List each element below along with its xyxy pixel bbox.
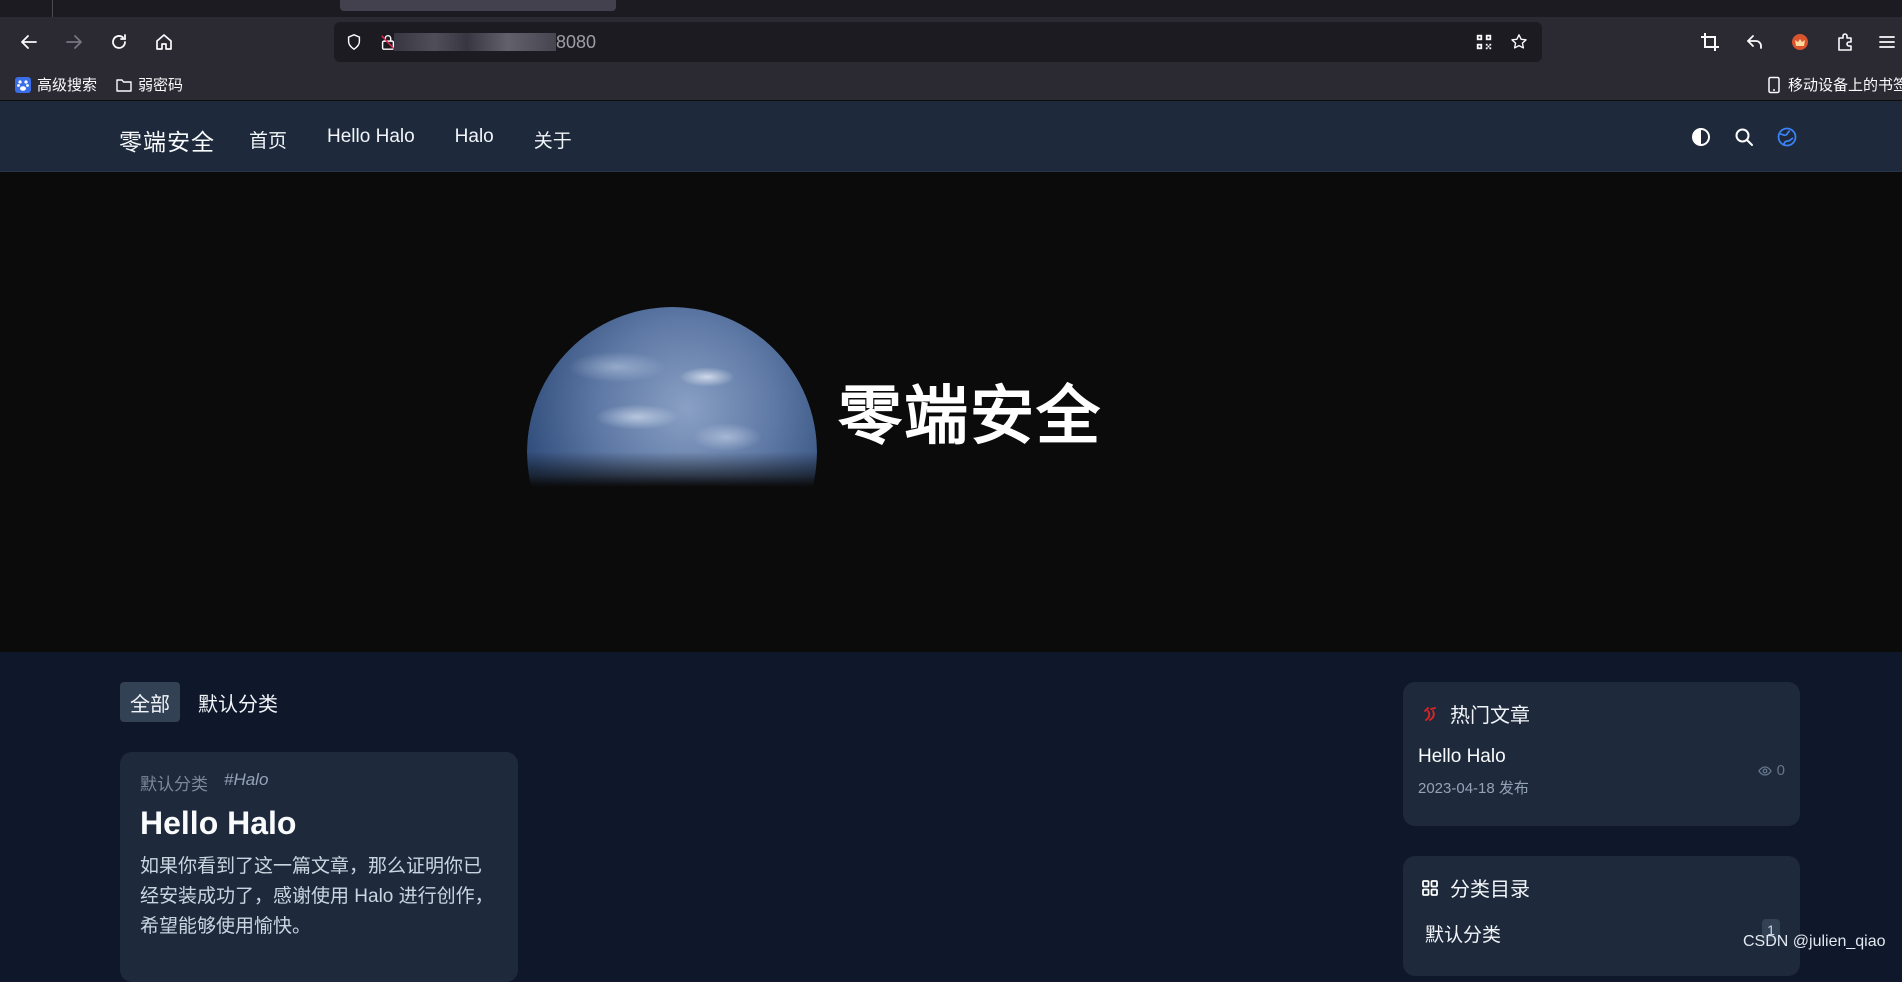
baidu-paw-icon bbox=[14, 76, 32, 94]
active-tab[interactable] bbox=[340, 0, 616, 11]
tab-default-category[interactable]: 默认分类 bbox=[188, 682, 288, 722]
post-category[interactable]: 默认分类 bbox=[140, 770, 208, 795]
reload-icon bbox=[112, 34, 126, 49]
category-item-default[interactable]: 默认分类 bbox=[1425, 920, 1501, 947]
site-logo[interactable]: 零端安全 bbox=[119, 123, 215, 157]
translate-button[interactable] bbox=[1775, 125, 1799, 149]
fire-icon bbox=[1420, 704, 1440, 724]
browser-toolbar: 8080 bbox=[0, 17, 1902, 67]
menu-button[interactable] bbox=[1873, 26, 1901, 58]
star-icon[interactable] bbox=[1509, 32, 1529, 52]
eye-icon bbox=[1757, 765, 1772, 776]
nav-home[interactable]: 首页 bbox=[249, 126, 287, 153]
theme-toggle-button[interactable] bbox=[1689, 125, 1713, 149]
bookmark-label: 移动设备上的书签 bbox=[1788, 77, 1902, 94]
csdn-watermark: CSDN @julien_qiao bbox=[1743, 933, 1886, 950]
search-button[interactable] bbox=[1732, 125, 1756, 149]
folder-icon bbox=[115, 76, 133, 94]
category-tabs: 全部 默认分类 bbox=[120, 682, 288, 722]
hot-post-views: 0 bbox=[1757, 762, 1785, 779]
bookmark-weak-password[interactable]: 弱密码 bbox=[115, 74, 183, 95]
site-header: 零端安全 首页 Hello Halo Halo 关于 bbox=[0, 101, 1902, 172]
category-widget: 分类目录 默认分类 1 bbox=[1403, 856, 1800, 976]
search-icon bbox=[1735, 128, 1753, 146]
post-title[interactable]: Hello Halo bbox=[140, 805, 498, 842]
hero-banner: 零端安全 bbox=[0, 172, 1902, 652]
nav-about[interactable]: 关于 bbox=[534, 126, 572, 153]
widget-title: 分类目录 bbox=[1450, 879, 1530, 901]
arrow-right-icon bbox=[66, 35, 82, 49]
shield-icon[interactable] bbox=[344, 32, 364, 52]
hero-title: 零端安全 bbox=[838, 380, 1102, 452]
arrow-left-icon bbox=[21, 35, 37, 49]
forward-button[interactable] bbox=[58, 26, 90, 58]
post-card[interactable]: 默认分类 #Halo Hello Halo 如果你看到了这一篇文章，那么证明你已… bbox=[120, 752, 518, 982]
tab-all[interactable]: 全部 bbox=[120, 682, 180, 722]
views-count: 0 bbox=[1776, 762, 1785, 779]
main-nav: 首页 Hello Halo Halo 关于 bbox=[249, 126, 572, 153]
bookmark-label: 高级搜索 bbox=[37, 77, 98, 94]
hot-post-title[interactable]: Hello Halo bbox=[1418, 746, 1506, 768]
extensions-button[interactable] bbox=[1829, 26, 1861, 58]
tab-separator bbox=[52, 0, 53, 17]
screenshot-button[interactable] bbox=[1694, 26, 1726, 58]
reload-button[interactable] bbox=[103, 26, 135, 58]
mobile-device-icon bbox=[1765, 76, 1783, 94]
back-button[interactable] bbox=[13, 26, 45, 58]
crop-icon bbox=[1701, 33, 1719, 51]
widget-header: 热门文章 bbox=[1420, 699, 1530, 728]
mobile-bookmarks-folder[interactable]: 移动设备上的书签 bbox=[1765, 74, 1902, 95]
hot-posts-widget: 热门文章 Hello Halo 2023-04-18 发布 0 bbox=[1403, 682, 1800, 826]
reply-icon bbox=[1747, 35, 1762, 49]
hot-post-date: 2023-04-18 发布 bbox=[1418, 780, 1529, 797]
browser-tab-strip bbox=[0, 0, 1902, 17]
post-excerpt: 如果你看到了这一篇文章，那么证明你已经安装成功了，感谢使用 Halo 进行创作，… bbox=[140, 856, 494, 937]
nav-hello-halo[interactable]: Hello Halo bbox=[327, 126, 415, 153]
widget-header: 分类目录 bbox=[1420, 873, 1530, 902]
extension-fox-button[interactable] bbox=[1784, 26, 1816, 58]
home-button[interactable] bbox=[148, 26, 180, 58]
hamburger-icon bbox=[1879, 36, 1895, 48]
globe-icon bbox=[1777, 127, 1797, 147]
post-tag[interactable]: #Halo bbox=[224, 770, 268, 795]
post-meta: 默认分类 #Halo bbox=[140, 770, 498, 795]
contrast-icon bbox=[1692, 128, 1710, 146]
fox-extension-icon bbox=[1792, 34, 1808, 50]
nav-halo[interactable]: Halo bbox=[455, 126, 494, 153]
grid-icon bbox=[1420, 878, 1440, 898]
reply-button[interactable] bbox=[1739, 26, 1771, 58]
url-bar[interactable]: 8080 bbox=[334, 22, 1542, 62]
home-icon bbox=[156, 34, 172, 50]
puzzle-icon bbox=[1838, 33, 1852, 51]
qr-code-icon[interactable] bbox=[1474, 32, 1494, 52]
bookmarks-bar: 高级搜索 弱密码 移动设备上的书签 bbox=[0, 67, 1902, 101]
earth-image bbox=[527, 307, 817, 597]
bookmark-label: 弱密码 bbox=[138, 77, 184, 94]
widget-title: 热门文章 bbox=[1450, 705, 1530, 727]
redacted-host bbox=[394, 33, 556, 51]
bookmark-advanced-search[interactable]: 高级搜索 bbox=[14, 74, 97, 95]
url-text[interactable]: 8080 bbox=[556, 32, 596, 53]
